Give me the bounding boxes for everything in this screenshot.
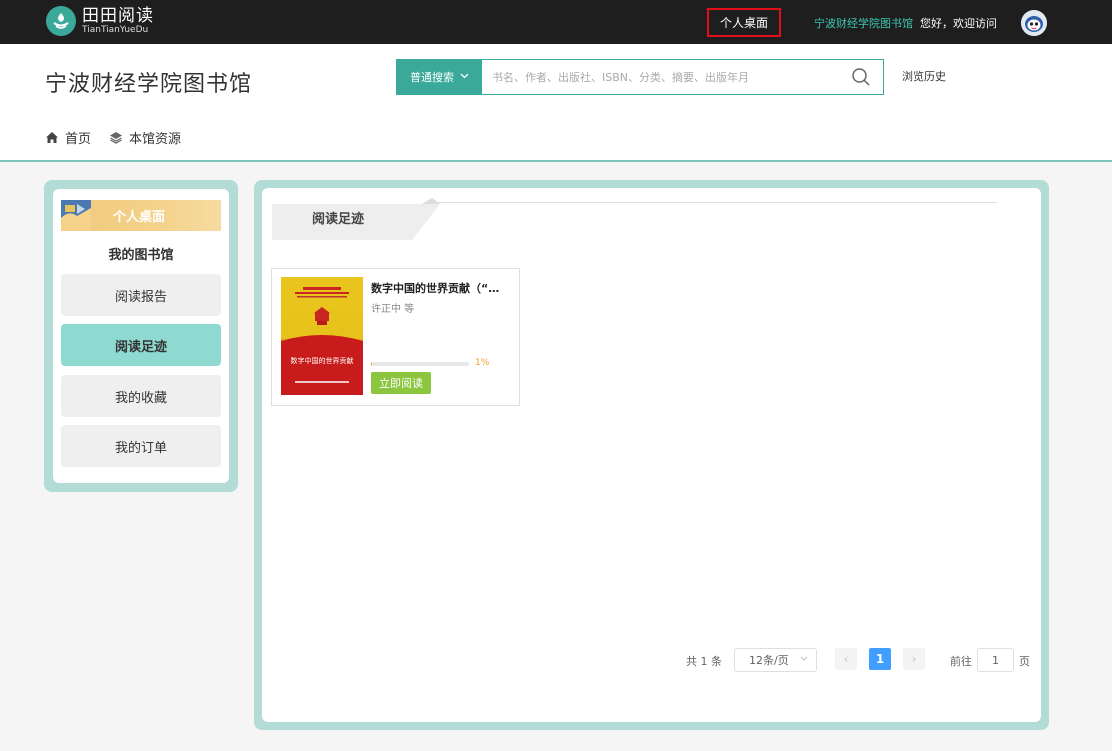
avatar[interactable]: [1021, 10, 1047, 36]
chevron-down-icon: [460, 72, 469, 82]
book-cover-title: 数字中国的世界贡献: [290, 357, 354, 365]
library-link[interactable]: 宁波财经学院图书馆: [814, 15, 913, 31]
chevron-down-icon: [800, 654, 808, 664]
search-type-dropdown[interactable]: 普通搜索: [397, 60, 482, 94]
prev-page-button[interactable]: ‹: [835, 648, 857, 670]
desk-deco-icon: [61, 200, 91, 231]
read-now-button[interactable]: 立即阅读: [371, 372, 431, 394]
reading-progress-percent: 1%: [475, 358, 490, 368]
page-unit-label: 页: [1019, 655, 1030, 668]
sidebar-item-orders[interactable]: 我的订单: [61, 425, 221, 467]
page-size-select[interactable]: 12条/页: [734, 648, 817, 672]
search-bar: 普通搜索: [396, 59, 884, 95]
chevron-left-icon: ‹: [843, 652, 849, 666]
breadcrumb-home-label: 首页: [65, 132, 92, 147]
reading-progress-fill: [371, 362, 372, 366]
pagination: 共 1 条 12条/页 ‹ 1 › 前往 页: [262, 648, 1041, 672]
logo[interactable]: 田田阅读 TianTianYueDu: [46, 6, 154, 36]
breadcrumb-home[interactable]: 首页: [45, 128, 91, 147]
robot-avatar-icon: [1021, 10, 1047, 36]
book-cover-art-icon: [281, 287, 363, 395]
section-tab: 阅读足迹: [272, 196, 997, 240]
book-cover[interactable]: 数字中国的世界贡献: [281, 277, 363, 395]
logo-icon: [46, 6, 76, 36]
book-author: 许正中 等: [371, 304, 415, 315]
search-type-label: 普通搜索: [410, 71, 454, 84]
page-size-label: 12条/页: [749, 654, 789, 667]
goto-label: 前往: [950, 655, 972, 668]
greeting-text: 您好，欢迎访问: [920, 17, 997, 30]
header: 宁波财经学院图书馆 普通搜索 浏览历史 首页: [0, 44, 1112, 162]
breadcrumb-resources[interactable]: 本馆资源: [109, 128, 181, 147]
book-card[interactable]: 数字中国的世界贡献 数字中国的世界贡献（“… 许正中 等 1% 立即阅读: [271, 268, 520, 406]
top-bar: 田田阅读 TianTianYueDu 个人桌面 宁波财经学院图书馆 您好，欢迎访…: [0, 0, 1112, 44]
tab-reading-footprint[interactable]: 阅读足迹: [312, 208, 364, 227]
next-page-button[interactable]: ›: [903, 648, 925, 670]
page-button-1[interactable]: 1: [869, 648, 891, 670]
logo-title: 田田阅读: [82, 5, 154, 26]
sidebar-item-reading-footprint[interactable]: 阅读足迹: [61, 324, 221, 366]
book-title[interactable]: 数字中国的世界贡献（“…: [371, 280, 516, 296]
chevron-right-icon: ›: [911, 652, 917, 666]
breadcrumb: 首页 本馆资源: [45, 128, 199, 147]
home-icon: [46, 132, 58, 143]
layers-icon: [110, 132, 123, 144]
sidebar-item-reading-report[interactable]: 阅读报告: [61, 274, 221, 316]
search-button[interactable]: [839, 60, 883, 94]
reading-progress-bar: [371, 362, 469, 366]
search-input[interactable]: [482, 60, 839, 94]
goto-page-input[interactable]: [977, 648, 1014, 672]
sidebar-banner-title: 个人桌面: [113, 210, 166, 225]
browse-history-link[interactable]: 浏览历史: [902, 68, 946, 84]
pagination-total: 共 1 条: [686, 655, 722, 668]
site-title: 宁波财经学院图书馆: [45, 72, 253, 97]
sidebar-subtitle: 我的图书馆: [108, 248, 174, 263]
sidebar-banner: 个人桌面: [61, 200, 221, 231]
personal-desktop-link[interactable]: 个人桌面: [707, 8, 781, 37]
sidebar: 个人桌面 我的图书馆 阅读报告 阅读足迹 我的收藏 我的订单: [44, 180, 238, 492]
breadcrumb-resources-label: 本馆资源: [129, 132, 182, 147]
sidebar-item-favorites[interactable]: 我的收藏: [61, 375, 221, 417]
logo-subtitle: TianTianYueDu: [82, 24, 149, 35]
search-icon: [852, 68, 870, 86]
main-panel: 阅读足迹 数字中国的世界贡献 数字中国的世界贡献（“… 许正中 等 1% 立即阅…: [254, 180, 1049, 730]
